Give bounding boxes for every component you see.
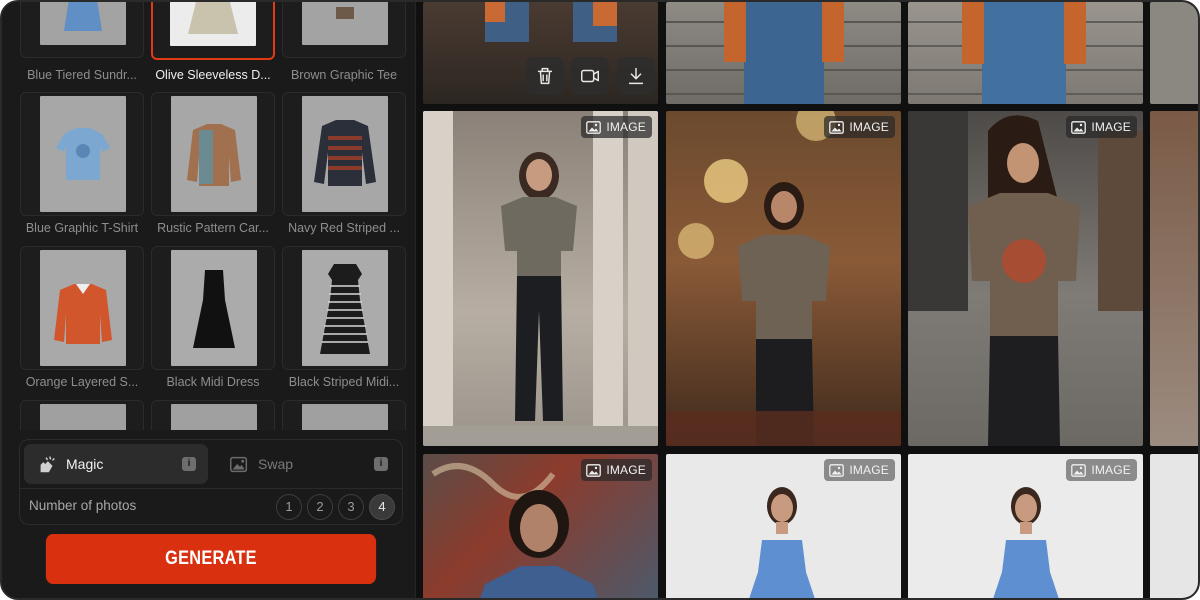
gallery-image[interactable] (908, 2, 1143, 104)
image-badge-label: IMAGE (1091, 463, 1131, 477)
generation-controls: Magic i Swap i Number of photos 1 2 3 4 (19, 439, 403, 525)
magic-mode-button[interactable]: Magic i (24, 444, 208, 484)
product-label: Black Midi Dress (166, 375, 260, 389)
image-badge: IMAGE (1066, 116, 1137, 138)
results-gallery: IMAGE IMAGE IMAGE IMAGE IMAGE IMAGE (417, 2, 1198, 598)
photo-content (666, 2, 901, 104)
gallery-image[interactable] (666, 2, 901, 104)
tshirt-image (56, 128, 110, 180)
product-label: Olive Sleeveless D... (155, 68, 271, 82)
image-badge: IMAGE (581, 116, 652, 138)
app-window: Blue Tiered Sundr... Olive Sleeveless D.… (0, 0, 1200, 600)
image-swap-icon (230, 456, 248, 473)
photo-content (908, 111, 1143, 446)
image-icon (586, 463, 602, 477)
info-icon[interactable]: i (182, 457, 196, 471)
photo-content (908, 2, 1143, 104)
sweater-image (54, 284, 112, 344)
image-badge-label: IMAGE (606, 120, 646, 134)
product-label: Brown Graphic Tee (290, 68, 398, 82)
photo-content (423, 111, 658, 446)
image-badge-label: IMAGE (849, 120, 889, 134)
gallery-image[interactable] (1150, 2, 1198, 104)
gallery-image[interactable]: IMAGE (423, 454, 658, 598)
swap-mode-button[interactable]: Swap i (216, 444, 400, 484)
download-icon (628, 67, 644, 85)
product-thumbnail (151, 246, 275, 370)
image-badge-label: IMAGE (849, 463, 889, 477)
dress-image (320, 264, 370, 354)
product-label: Navy Red Striped ... (288, 221, 400, 235)
product-thumbnail (282, 92, 406, 216)
image-badge: IMAGE (824, 116, 895, 138)
image-icon (586, 120, 602, 134)
product-thumbnail (282, 2, 406, 58)
trash-icon (537, 67, 553, 85)
cardigan-image (187, 124, 241, 186)
product-label: Rustic Pattern Car... (157, 221, 269, 235)
product-label: Black Striped Midi... (288, 375, 400, 389)
photo-content (666, 111, 901, 446)
magic-mode-label: Magic (66, 456, 104, 472)
tshirt-image (336, 7, 354, 19)
photo-count-option-1[interactable]: 1 (276, 494, 302, 520)
photo-count-option-3[interactable]: 3 (338, 494, 364, 520)
product-thumbnail (151, 92, 275, 216)
product-label: Blue Tiered Sundr... (27, 68, 137, 82)
image-icon (1071, 463, 1087, 477)
gallery-image[interactable]: IMAGE (666, 111, 901, 446)
dress-image (64, 2, 102, 31)
download-button[interactable] (617, 57, 655, 95)
product-thumbnail (20, 2, 144, 58)
product-thumbnail-selected (151, 2, 275, 60)
video-button[interactable] (571, 57, 609, 95)
photo-count-option-2[interactable]: 2 (307, 494, 333, 520)
product-label: Orange Layered S... (25, 375, 139, 389)
photo-count-option-4[interactable]: 4 (369, 494, 395, 520)
image-icon (1071, 120, 1087, 134)
info-icon[interactable]: i (374, 457, 388, 471)
gallery-image[interactable]: IMAGE (908, 111, 1143, 446)
left-panel: Blue Tiered Sundr... Olive Sleeveless D.… (2, 2, 416, 598)
product-thumbnail (20, 92, 144, 216)
product-thumbnail (20, 246, 144, 370)
gallery-image[interactable]: IMAGE (423, 111, 658, 446)
divider (20, 488, 402, 489)
dress-image (188, 2, 238, 34)
gallery-image[interactable]: IMAGE (666, 454, 901, 598)
delete-button[interactable] (526, 57, 564, 95)
product-label: Blue Graphic T-Shirt (25, 221, 139, 235)
image-badge: IMAGE (824, 459, 895, 481)
gallery-image[interactable] (1150, 454, 1198, 598)
generate-button[interactable]: GENERATE (45, 534, 377, 584)
image-badge-label: IMAGE (1091, 120, 1131, 134)
product-thumbnail (282, 246, 406, 370)
image-badge-label: IMAGE (606, 463, 646, 477)
gallery-image[interactable]: IMAGE (908, 454, 1143, 598)
sweater-image (314, 120, 376, 186)
gallery-image[interactable] (423, 2, 658, 104)
video-icon (581, 69, 599, 83)
gallery-image[interactable] (1150, 111, 1198, 446)
product-grid: Blue Tiered Sundr... Olive Sleeveless D.… (14, 2, 406, 430)
number-of-photos-label: Number of photos (29, 498, 137, 513)
image-badge: IMAGE (1066, 459, 1137, 481)
image-icon (829, 463, 845, 477)
swap-mode-label: Swap (258, 456, 294, 472)
image-icon (829, 120, 845, 134)
image-badge: IMAGE (581, 459, 652, 481)
magic-hand-icon (40, 456, 55, 473)
dress-image (193, 270, 235, 348)
